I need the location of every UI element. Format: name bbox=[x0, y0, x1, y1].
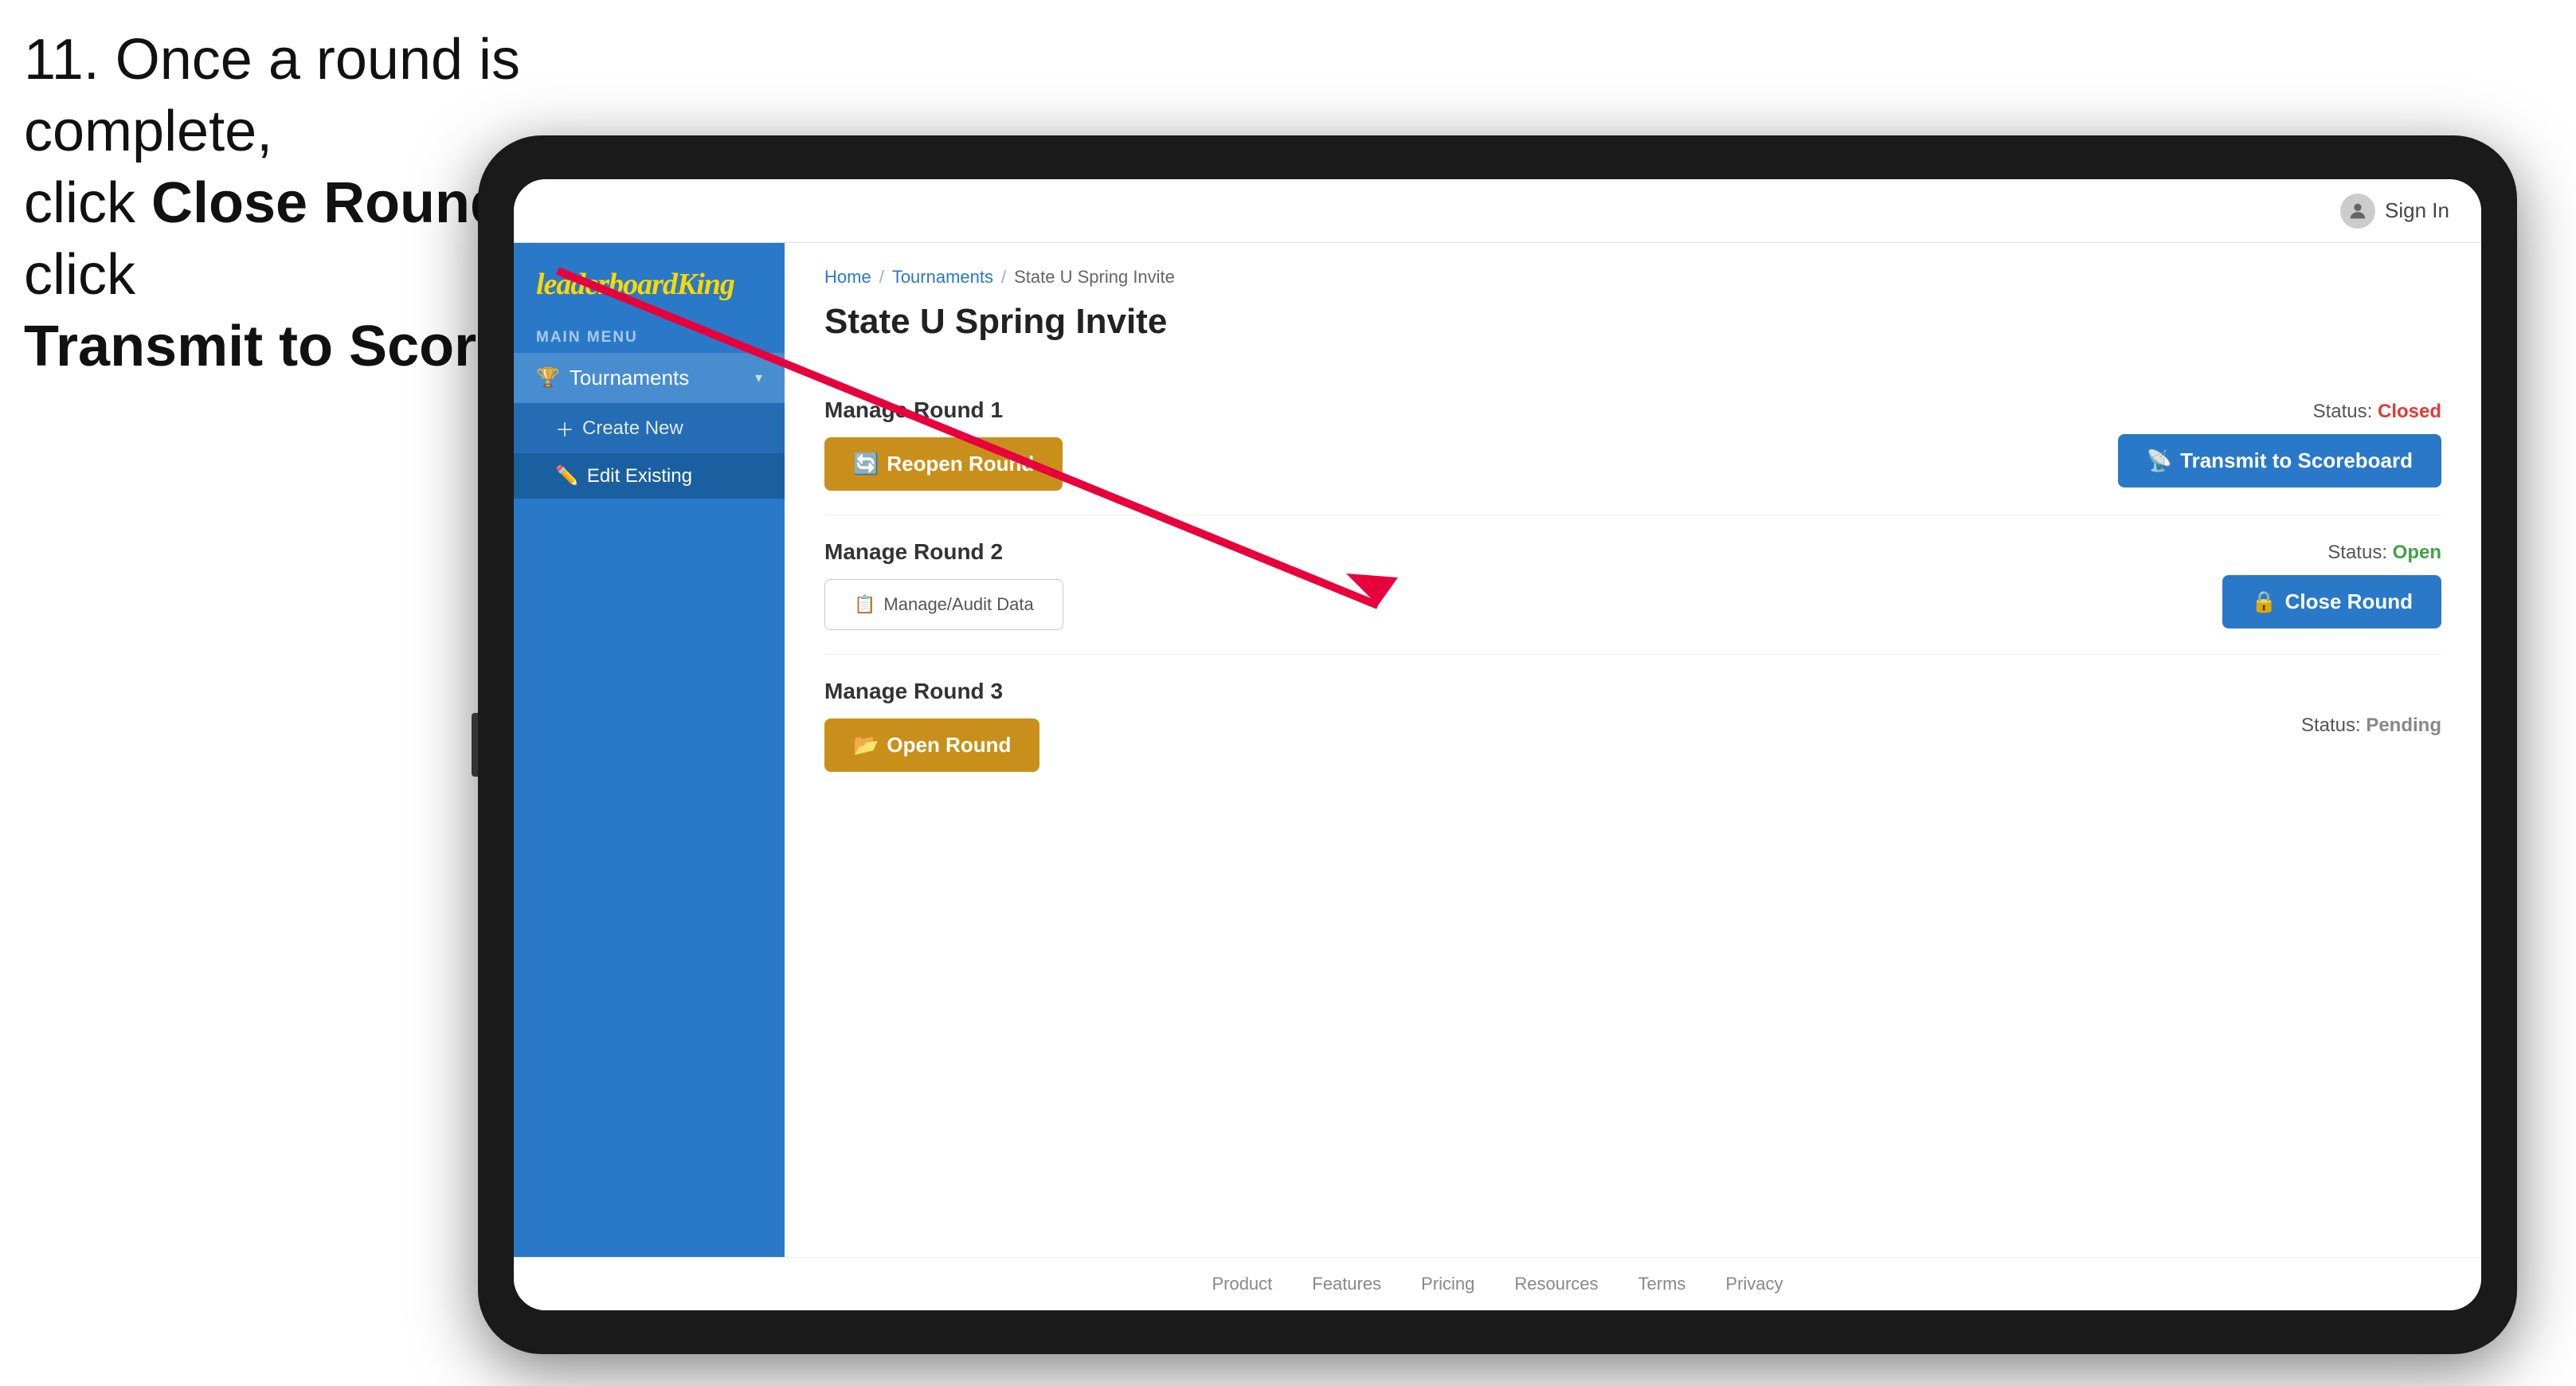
main-menu-label: MAIN MENU bbox=[514, 318, 785, 353]
logo-area: leaderboardKing bbox=[514, 243, 785, 318]
main-content: Home / Tournaments / State U Spring Invi… bbox=[785, 243, 2481, 1257]
chevron-down-icon: ▾ bbox=[755, 370, 762, 386]
plus-icon: ＋ bbox=[555, 414, 574, 442]
sign-in-label: Sign In bbox=[2385, 198, 2449, 223]
footer-terms[interactable]: Terms bbox=[1638, 1274, 1686, 1294]
footer-product[interactable]: Product bbox=[1212, 1274, 1272, 1294]
sign-in-area[interactable]: Sign In bbox=[2340, 194, 2449, 229]
logo-text-regular: leaderboard bbox=[536, 268, 677, 301]
logo: leaderboardKing bbox=[536, 267, 762, 302]
round-2-status: Status: Open bbox=[2327, 542, 2441, 564]
round-3-right: Status: Pending bbox=[2301, 715, 2441, 737]
reopen-round-button[interactable]: 🔄 Reopen Round bbox=[824, 437, 1063, 491]
manage-audit-button[interactable]: 📋 Manage/Audit Data bbox=[824, 579, 1063, 630]
round-1-status-value: Closed bbox=[2378, 401, 2441, 422]
create-new-label: Create New bbox=[582, 417, 683, 440]
logo-text-styled: King bbox=[677, 268, 734, 301]
footer-pricing[interactable]: Pricing bbox=[1421, 1274, 1474, 1294]
open-round-button[interactable]: 📂 Open Round bbox=[824, 718, 1039, 772]
round-1-title: Manage Round 1 bbox=[824, 397, 1063, 423]
round-1-section: Manage Round 1 🔄 Reopen Round Status: Cl… bbox=[824, 374, 2441, 515]
lock-icon: 🔒 bbox=[2251, 589, 2277, 614]
instruction-bold1: Close Round bbox=[151, 171, 505, 235]
footer: Product Features Pricing Resources Terms… bbox=[514, 1257, 2481, 1310]
transmit-to-scoreboard-button[interactable]: 📡 Transmit to Scoreboard bbox=[2118, 434, 2441, 487]
round-2-title: Manage Round 2 bbox=[824, 539, 1063, 565]
breadcrumb-sep1: / bbox=[879, 267, 884, 288]
breadcrumb-home[interactable]: Home bbox=[824, 267, 871, 288]
close-round-button[interactable]: 🔒 Close Round bbox=[2222, 575, 2441, 628]
round-2-left: Manage Round 2 📋 Manage/Audit Data bbox=[824, 539, 1063, 630]
trophy-icon: 🏆 bbox=[536, 366, 560, 390]
round-3-left: Manage Round 3 📂 Open Round bbox=[824, 679, 1039, 772]
breadcrumb: Home / Tournaments / State U Spring Invi… bbox=[824, 267, 2441, 288]
sidebar: leaderboardKing MAIN MENU 🏆 Tournaments … bbox=[514, 243, 785, 1257]
sidebar-subitem-edit-existing[interactable]: ✏️ Edit Existing bbox=[514, 453, 785, 499]
transmit-icon: 📡 bbox=[2147, 448, 2172, 473]
avatar-icon bbox=[2340, 194, 2375, 229]
tablet-screen: Sign In leaderboardKing MAIN MENU 🏆 Tour… bbox=[514, 179, 2481, 1310]
breadcrumb-tournaments[interactable]: Tournaments bbox=[892, 267, 993, 288]
sidebar-submenu: ＋ Create New ✏️ Edit Existing bbox=[514, 403, 785, 499]
round-3-status: Status: Pending bbox=[2301, 715, 2441, 737]
footer-features[interactable]: Features bbox=[1312, 1274, 1381, 1294]
close-round-label: Close Round bbox=[2285, 589, 2413, 614]
sidebar-subitem-create-new[interactable]: ＋ Create New bbox=[514, 403, 785, 453]
edit-existing-label: Edit Existing bbox=[587, 465, 692, 487]
instruction-line1: 11. Once a round is complete, bbox=[24, 28, 520, 163]
tablet-side-button bbox=[472, 713, 478, 777]
app-container: leaderboardKing MAIN MENU 🏆 Tournaments … bbox=[514, 243, 2481, 1257]
footer-resources[interactable]: Resources bbox=[1514, 1274, 1598, 1294]
reopen-icon: 🔄 bbox=[853, 452, 879, 476]
edit-icon: ✏️ bbox=[555, 464, 579, 487]
sidebar-item-tournaments[interactable]: 🏆 Tournaments ▾ bbox=[514, 353, 785, 403]
instruction-line2: click bbox=[24, 171, 151, 235]
round-2-section: Manage Round 2 📋 Manage/Audit Data Statu… bbox=[824, 515, 2441, 655]
sidebar-tournaments-label: Tournaments bbox=[570, 366, 746, 390]
round-3-section: Manage Round 3 📂 Open Round Status: Pend… bbox=[824, 655, 2441, 796]
breadcrumb-sep2: / bbox=[1001, 267, 1006, 288]
footer-privacy[interactable]: Privacy bbox=[1725, 1274, 1783, 1294]
round-2-status-value: Open bbox=[2393, 542, 2441, 563]
transmit-label: Transmit to Scoreboard bbox=[2180, 448, 2413, 473]
open-round-label: Open Round bbox=[887, 733, 1011, 758]
breadcrumb-current: State U Spring Invite bbox=[1014, 267, 1175, 288]
tablet-device: Sign In leaderboardKing MAIN MENU 🏆 Tour… bbox=[478, 135, 2517, 1354]
round-1-status: Status: Closed bbox=[2313, 401, 2441, 423]
open-icon: 📂 bbox=[853, 733, 879, 758]
page-title: State U Spring Invite bbox=[824, 302, 2441, 342]
audit-icon: 📋 bbox=[854, 594, 875, 615]
round-2-right: Status: Open 🔒 Close Round bbox=[2222, 542, 2441, 628]
top-bar: Sign In bbox=[514, 179, 2481, 243]
round-1-left: Manage Round 1 🔄 Reopen Round bbox=[824, 397, 1063, 491]
manage-audit-label: Manage/Audit Data bbox=[883, 594, 1033, 615]
round-3-title: Manage Round 3 bbox=[824, 679, 1039, 704]
reopen-round-label: Reopen Round bbox=[887, 452, 1034, 476]
round-1-right: Status: Closed 📡 Transmit to Scoreboard bbox=[2118, 401, 2441, 487]
round-3-status-value: Pending bbox=[2366, 715, 2441, 736]
